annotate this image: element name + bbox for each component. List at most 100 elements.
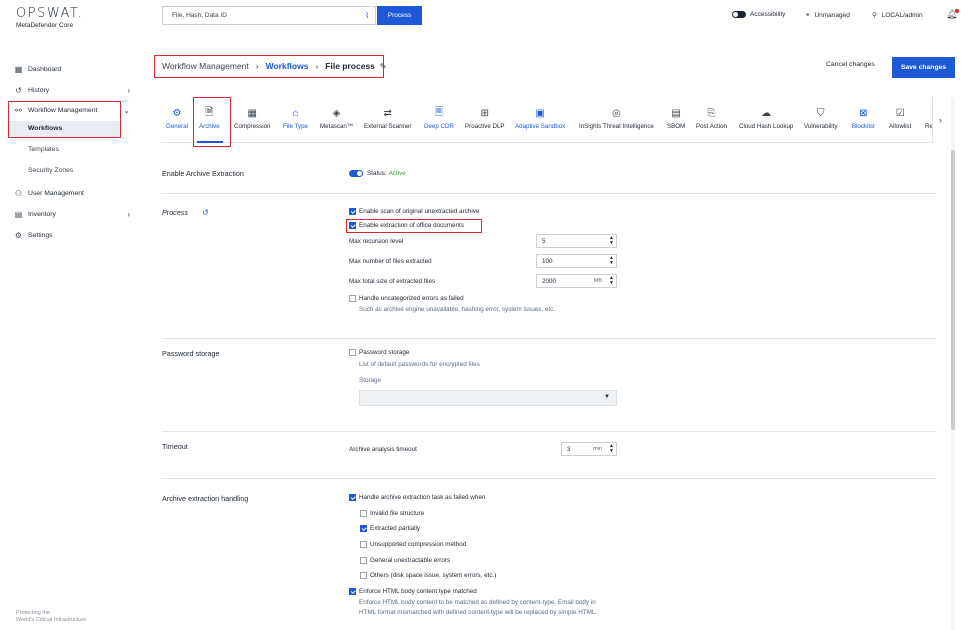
field-label: Storage bbox=[359, 377, 382, 384]
general-unextractable-checkbox[interactable]: General unextractable errors bbox=[360, 557, 450, 564]
opswat-logo[interactable]: OPSWAT. MetaDefender Core bbox=[16, 6, 83, 29]
workflow-tabs: ⚙ General 🗎︎ Archive ▦ Compression ⌂ Fil… bbox=[162, 97, 932, 143]
caret-down-icon: ▼ bbox=[604, 394, 610, 400]
tab-post-action[interactable]: ⎘ Post Action bbox=[696, 107, 727, 131]
tab-label: SBOM bbox=[667, 123, 686, 130]
max-recursion-input[interactable]: 5 ▲ ▼ bbox=[536, 234, 617, 248]
tab-general[interactable]: ⚙ General bbox=[166, 107, 189, 131]
cloud-icon: ☁ bbox=[761, 107, 772, 119]
sidebar-item-settings[interactable]: ⚙ Settings bbox=[14, 231, 53, 240]
tab-deep-cdr[interactable]: 🗏︎ Deep CDR bbox=[424, 107, 454, 131]
sidebar-item-user-management[interactable]: ⚇ User Management bbox=[14, 189, 84, 198]
sidebar-item-history[interactable]: ↺ History › bbox=[14, 86, 130, 95]
checkbox-label: Invalid file structure bbox=[370, 510, 425, 517]
tab-cloud-hash-lookup[interactable]: ☁ Cloud Hash Lookup bbox=[739, 107, 794, 131]
archive-extraction-toggle[interactable]: Status: Active bbox=[349, 170, 406, 177]
stepper-icon[interactable]: ▲ ▼ bbox=[609, 276, 614, 286]
max-files-label: Max number of files extracted bbox=[349, 258, 432, 265]
block-file-icon: ⊠ bbox=[859, 107, 868, 119]
unmanaged-link[interactable]: ⚭ Unmanaged bbox=[805, 11, 850, 20]
search-input[interactable]: File, Hash, Data ID ⌇ bbox=[162, 6, 376, 25]
scan-original-checkbox[interactable]: Enable scan of original unextracted arch… bbox=[349, 208, 479, 215]
sidebar-item-label: Dashboard bbox=[28, 66, 62, 73]
tab-label: InSights Threat Intelligence bbox=[579, 123, 654, 130]
max-size-input[interactable]: 2000 MB ▲ ▼ bbox=[536, 274, 617, 288]
enforce-html-checkbox[interactable]: Enforce HTML body content type matched bbox=[349, 588, 477, 595]
footer-tagline: Protecting the World's Critical Infrastr… bbox=[16, 610, 86, 624]
checkbox[interactable] bbox=[349, 588, 356, 595]
tab-sbom[interactable]: ▤ SBOM bbox=[667, 107, 686, 131]
cancel-changes-button[interactable]: Cancel changes bbox=[826, 61, 875, 68]
save-changes-button[interactable]: Save changes bbox=[892, 57, 955, 78]
checkbox[interactable] bbox=[349, 208, 356, 215]
reset-icon[interactable]: ↺ bbox=[202, 208, 209, 217]
tab-truncated[interactable]: Re bbox=[925, 107, 932, 130]
process-button[interactable]: Process bbox=[377, 6, 422, 25]
checkbox[interactable] bbox=[349, 494, 356, 501]
tab-metascan[interactable]: ◈ Metascan™ bbox=[320, 107, 353, 131]
timeout-input[interactable]: 3 min ▲ ▼ bbox=[561, 442, 617, 456]
invalid-structure-checkbox[interactable]: Invalid file structure bbox=[360, 510, 424, 517]
logo-wordmark: OPSWAT. bbox=[16, 6, 84, 21]
sidebar-item-inventory[interactable]: ▤ Inventory › bbox=[14, 210, 130, 219]
tab-file-type[interactable]: ⌂ File Type bbox=[283, 107, 308, 131]
tab-insights-threat-intelligence[interactable]: ◎ InSights Threat Intelligence bbox=[579, 107, 654, 131]
checkbox[interactable] bbox=[360, 572, 367, 579]
enforce-html-hint-1: Enforce HTML body content to be matched … bbox=[359, 599, 596, 606]
checkbox[interactable] bbox=[360, 510, 367, 517]
tab-external-scanner[interactable]: ⇄ External Scanner bbox=[364, 107, 411, 131]
password-storage-title: Password storage bbox=[162, 349, 220, 358]
timeout-label: Archive analysis timeout bbox=[349, 446, 417, 453]
checkbox[interactable] bbox=[349, 349, 356, 356]
sidebar-item-templates[interactable]: Templates bbox=[28, 146, 59, 153]
checkbox-label: General unextractable errors bbox=[370, 557, 451, 564]
notification-bell[interactable]: 🔔︎ bbox=[946, 9, 960, 20]
footer-line: World's Critical Infrastructure bbox=[16, 617, 87, 623]
checkbox[interactable] bbox=[349, 295, 356, 302]
password-storage-checkbox[interactable]: Password storage bbox=[349, 349, 409, 356]
tab-label: Cloud Hash Lookup bbox=[739, 123, 794, 130]
layers-icon: ◈ bbox=[332, 107, 341, 119]
stepper-icon[interactable]: ▲ ▼ bbox=[609, 444, 614, 454]
paperclip-icon[interactable]: ⌇ bbox=[365, 11, 369, 20]
chevron-right-icon: › bbox=[127, 86, 130, 95]
accessibility-label: Accessibility bbox=[750, 11, 786, 18]
tab-vulnerability[interactable]: ⛉ Vulnerability bbox=[804, 107, 837, 131]
tab-blocklist[interactable]: ⊠ Blocklist bbox=[852, 107, 875, 131]
sidebar-item-dashboard[interactable]: ▦ Dashboard bbox=[14, 65, 62, 74]
tab-proactive-dlp[interactable]: ⊞ Proactive DLP bbox=[465, 107, 505, 131]
stepper-icon[interactable]: ▲ ▼ bbox=[609, 236, 614, 246]
max-files-input[interactable]: 100 ▲ ▼ bbox=[536, 254, 617, 268]
checkbox[interactable] bbox=[360, 541, 367, 548]
search-placeholder: File, Hash, Data ID bbox=[172, 12, 227, 19]
user-icon: ⚲ bbox=[872, 12, 877, 19]
others-checkbox[interactable]: Others (disk space issue, system errors,… bbox=[360, 572, 496, 579]
uncategorized-errors-checkbox[interactable]: Handle uncategorized errors as failed bbox=[349, 295, 464, 302]
checkbox[interactable] bbox=[360, 525, 367, 532]
highlight-archive-tab bbox=[193, 97, 231, 147]
tab-label: Adaptive Sandbox bbox=[515, 123, 566, 130]
tab-compression[interactable]: ▦ Compression bbox=[234, 107, 270, 131]
checkbox[interactable] bbox=[360, 557, 367, 564]
unsupported-compression-checkbox[interactable]: Unsupported compression method bbox=[360, 541, 466, 548]
section-divider bbox=[162, 431, 937, 432]
storage-select[interactable]: ▼ bbox=[359, 390, 617, 406]
stepper-icon[interactable]: ▲ ▼ bbox=[609, 256, 614, 266]
accessibility-toggle[interactable]: Accessibility bbox=[732, 11, 785, 18]
tab-allowlist[interactable]: ☑ Allowlist bbox=[889, 107, 911, 131]
tab-label: Re bbox=[925, 123, 932, 130]
toggle-switch[interactable] bbox=[349, 170, 363, 177]
tab-label: General bbox=[166, 123, 189, 130]
user-menu[interactable]: ⚲ LOCAL/admin bbox=[872, 11, 923, 20]
scrollbar-thumb[interactable] bbox=[951, 150, 955, 430]
sidebar-item-label: Settings bbox=[28, 232, 53, 239]
sidebar-item-security-zones[interactable]: Security Zones bbox=[28, 167, 73, 174]
handle-failed-checkbox[interactable]: Handle archive extraction task as failed… bbox=[349, 494, 485, 501]
checkbox-label: Handle uncategorized errors as failed bbox=[359, 295, 464, 302]
checkbox-label: Others (disk space issue, system errors,… bbox=[370, 572, 497, 579]
tab-adaptive-sandbox[interactable]: ▣ Adaptive Sandbox bbox=[515, 107, 566, 131]
section-divider bbox=[162, 193, 937, 194]
tabs-scroll-right-button[interactable]: › bbox=[932, 97, 948, 143]
input-value: 5 bbox=[542, 237, 546, 245]
extracted-partially-checkbox[interactable]: Extracted partially bbox=[360, 525, 420, 532]
